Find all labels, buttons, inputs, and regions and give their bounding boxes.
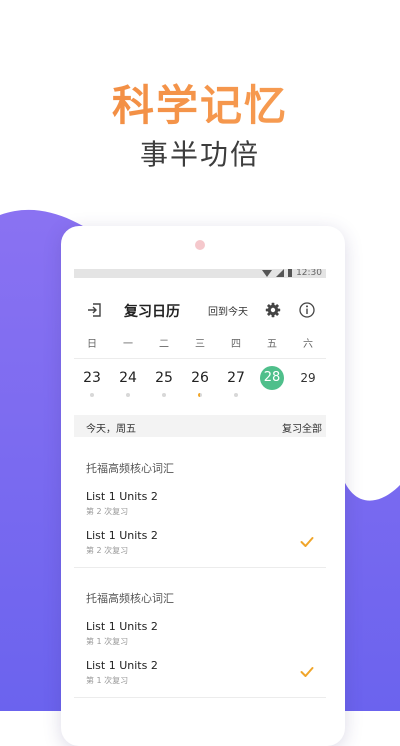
weekday-label: 三: [195, 339, 205, 350]
review-all-button[interactable]: 复习全部: [282, 420, 322, 435]
status-time: 12:30: [296, 269, 322, 278]
review-count: 第 2 次复习: [86, 546, 129, 555]
review-count: 第 1 次复习: [86, 676, 129, 685]
review-dot: [234, 393, 238, 397]
signal-icon: [276, 269, 285, 277]
date-cell[interactable]: 24: [110, 366, 146, 402]
review-dot: [90, 393, 94, 397]
status-bar: 12:30: [74, 269, 326, 278]
list-name: List 1 Units 2: [86, 620, 158, 633]
review-count: 第 1 次复习: [86, 637, 129, 646]
weekday-header: 日 一 二 三 四 五 六: [74, 335, 326, 355]
date-number: 29: [300, 371, 316, 385]
date-cell[interactable]: 23: [74, 366, 110, 402]
date-number: 25: [155, 370, 173, 386]
wordbook-title: 托福高频核心词汇: [86, 462, 174, 475]
divider: [74, 697, 326, 698]
page-title: 复习日历: [124, 304, 180, 320]
gear-icon[interactable]: [264, 301, 282, 319]
hero-subtitle: 事半功倍: [139, 138, 260, 171]
wordbook-title: 托福高频核心词汇: [86, 592, 174, 605]
weekday-label: 五: [267, 339, 277, 350]
app-screen: 12:30 复习日历 回到今天 日 一 二 三 四 五 六 23 24 25 2…: [74, 269, 326, 729]
app-bar: 复习日历 回到今天: [74, 293, 326, 327]
phone-frame: 12:30 复习日历 回到今天 日 一 二 三 四 五 六 23 24 25 2…: [61, 226, 345, 746]
status-icons: 12:30: [262, 269, 322, 278]
review-progress-dot: [198, 393, 202, 397]
weekday-label: 四: [231, 339, 241, 350]
phone-camera: [195, 240, 205, 250]
divider: [74, 567, 326, 568]
list-name: List 1 Units 2: [86, 659, 158, 672]
check-icon: [300, 537, 314, 547]
date-number: 24: [119, 370, 137, 386]
list-item[interactable]: List 1 Units 2 第 1 次复习: [86, 659, 316, 689]
exit-icon[interactable]: [86, 301, 104, 319]
weekday-label: 六: [303, 339, 313, 350]
date-number: 27: [227, 370, 245, 386]
selected-date: 28: [260, 366, 284, 390]
date-cell[interactable]: 27: [218, 366, 254, 402]
review-count: 第 2 次复习: [86, 507, 129, 516]
date-cell[interactable]: 25: [146, 366, 182, 402]
today-label: 今天，周五: [86, 424, 136, 435]
date-row: 23 24 25 26 27 28 29: [74, 366, 326, 402]
list-name: List 1 Units 2: [86, 490, 158, 503]
battery-icon: [288, 269, 293, 277]
weekday-label: 日: [87, 339, 97, 350]
date-number: 26: [191, 370, 209, 386]
list-item[interactable]: List 1 Units 2 第 1 次复习: [86, 620, 316, 650]
date-cell[interactable]: 26: [182, 366, 218, 402]
weekday-label: 一: [123, 339, 133, 350]
back-to-today-button[interactable]: 回到今天: [208, 303, 248, 318]
wifi-icon: [262, 269, 273, 277]
date-number: 23: [83, 370, 101, 386]
review-dot: [162, 393, 166, 397]
date-cell-selected[interactable]: 28: [254, 366, 290, 402]
list-name: List 1 Units 2: [86, 529, 158, 542]
info-icon[interactable]: [298, 301, 316, 319]
hero-title: 科学记忆: [0, 72, 400, 133]
review-dot: [126, 393, 130, 397]
check-icon: [300, 667, 314, 677]
date-cell[interactable]: 29: [290, 366, 326, 402]
weekday-label: 二: [159, 339, 169, 350]
today-bar: 今天，周五 复习全部: [74, 415, 326, 437]
list-item[interactable]: List 1 Units 2 第 2 次复习: [86, 529, 316, 559]
list-item[interactable]: List 1 Units 2 第 2 次复习: [86, 490, 316, 520]
divider: [74, 358, 326, 359]
